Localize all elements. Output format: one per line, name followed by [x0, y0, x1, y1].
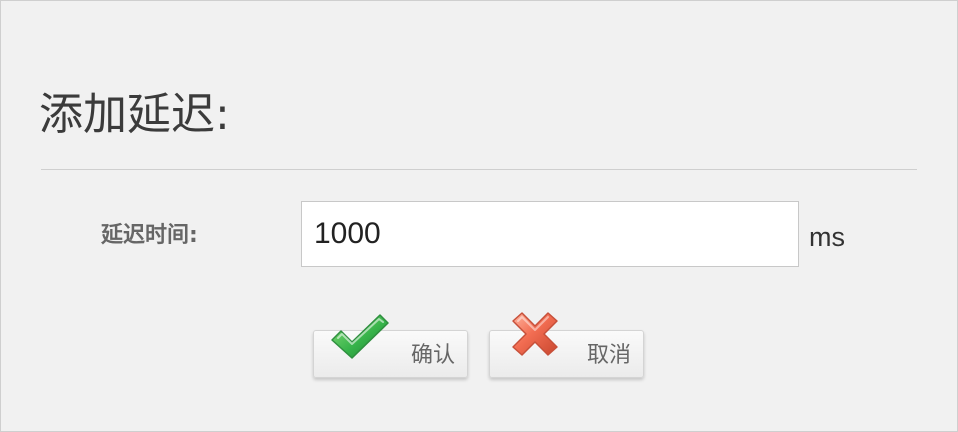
- delay-time-label: 延迟时间:: [101, 223, 198, 248]
- delay-time-input[interactable]: [301, 201, 799, 267]
- confirm-button[interactable]: 确认: [313, 314, 468, 378]
- check-icon: [328, 311, 392, 367]
- dialog-title: 添加延迟:: [39, 89, 230, 140]
- delay-unit: ms: [809, 222, 845, 252]
- confirm-button-label: 确认: [410, 342, 455, 367]
- title-divider: [41, 169, 917, 170]
- add-delay-dialog: 添加延迟: 延迟时间: ms 确认: [0, 0, 958, 432]
- cross-icon: [504, 311, 568, 367]
- cancel-button-label: 取消: [586, 342, 631, 367]
- cancel-button[interactable]: 取消: [489, 312, 644, 378]
